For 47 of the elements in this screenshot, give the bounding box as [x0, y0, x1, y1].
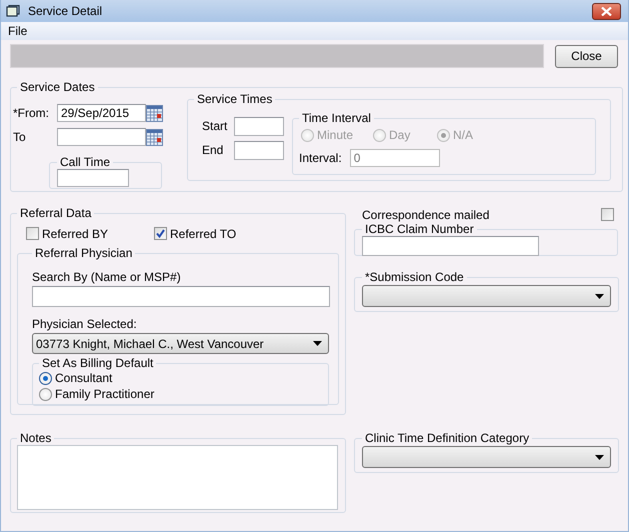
field-label: Interval:: [299, 151, 342, 165]
checkbox[interactable]: Referred TO: [154, 223, 237, 244]
window-icon: [6, 4, 20, 18]
group-title: Service Times: [196, 92, 274, 106]
calendar-icon[interactable]: [146, 128, 163, 146]
field-label: Start: [202, 119, 228, 133]
checkbox[interactable]: [601, 208, 614, 221]
dropdown[interactable]: 03773 Knight, Michael C., West Vancouver: [32, 333, 329, 354]
field-label: Search By (Name or MSP#): [32, 270, 182, 284]
caret-icon: [313, 341, 322, 346]
group-title: Referral Physician: [34, 246, 134, 260]
date-field[interactable]: 29/Sep/2015: [57, 104, 146, 122]
field-label: To: [13, 130, 27, 144]
notes-field[interactable]: [17, 445, 338, 510]
input-field[interactable]: [234, 116, 284, 136]
group-title: Time Interval: [301, 111, 372, 125]
field-label: End: [202, 143, 224, 157]
group-title: *Submission Code: [364, 270, 465, 284]
group-title: Service Dates: [19, 80, 96, 94]
close-button[interactable]: [592, 2, 621, 20]
field-label: Physician Selected:: [32, 317, 138, 331]
field-label: Correspondence mailed: [362, 208, 490, 222]
input-field[interactable]: [362, 236, 539, 256]
group-title: Notes: [19, 431, 52, 445]
dropdown[interactable]: [362, 285, 611, 307]
group-title: ICBC Claim Number: [364, 222, 475, 236]
menu-item[interactable]: File: [8, 24, 28, 38]
input-field[interactable]: [234, 140, 284, 160]
search-field[interactable]: [32, 286, 330, 307]
group-title: Clinic Time Definition Category: [364, 431, 530, 445]
radio-button[interactable]: Family Practitioner: [39, 386, 154, 402]
radio-button[interactable]: Consultant: [39, 370, 112, 386]
caret-icon: [595, 294, 604, 298]
dropdown[interactable]: [362, 446, 611, 468]
calendar-icon[interactable]: [146, 104, 163, 122]
date-field[interactable]: [57, 128, 146, 146]
caret-icon: [595, 454, 604, 460]
window-title: Service Detail: [28, 4, 104, 18]
close-button[interactable]: Close: [555, 44, 618, 68]
field-label: *From:: [13, 106, 50, 120]
checkbox[interactable]: Referred BY: [26, 223, 109, 244]
close-icon: [601, 6, 612, 16]
group-title: Set As Billing Default: [41, 356, 154, 370]
checkmark-icon: [156, 229, 165, 238]
group-title: Referral Data: [19, 206, 92, 220]
group-title: Call Time: [59, 155, 112, 169]
input-field[interactable]: [57, 169, 129, 187]
